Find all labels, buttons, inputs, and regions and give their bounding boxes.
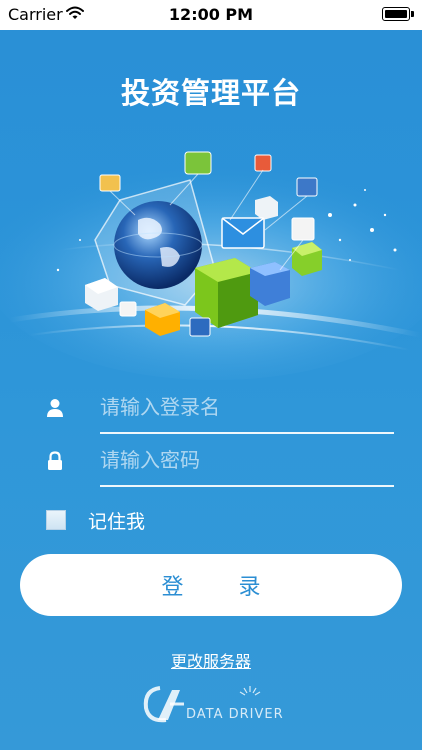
status-bar: Carrier 12:00 PM: [0, 0, 422, 30]
remember-me[interactable]: 记住我: [46, 506, 246, 536]
battery-icon: [382, 7, 414, 21]
brand-wordmark: DATA DRIVER: [186, 707, 284, 722]
app-title: 投资管理平台: [120, 76, 301, 110]
password-underline: [100, 485, 394, 487]
login-screen: Carrier 12:00 PM 投资管理平台 请输入登录名 记住我 登 录 更…: [0, 0, 422, 750]
user-icon: [47, 399, 63, 417]
lock-icon: [48, 451, 62, 470]
username-underline: [100, 432, 394, 434]
status-time: 12:00 PM: [168, 5, 254, 24]
username-input[interactable]: [100, 390, 394, 424]
login-button[interactable]: 登 录: [20, 554, 402, 616]
hero-illustration: [0, 151, 422, 380]
password-row: [0, 437, 422, 487]
change-server-link[interactable]: 更改服务器: [0, 648, 422, 672]
remember-checkbox[interactable]: [46, 510, 66, 530]
remember-label: 记住我: [88, 511, 146, 533]
username-row: [0, 384, 422, 434]
password-input[interactable]: [100, 443, 394, 477]
